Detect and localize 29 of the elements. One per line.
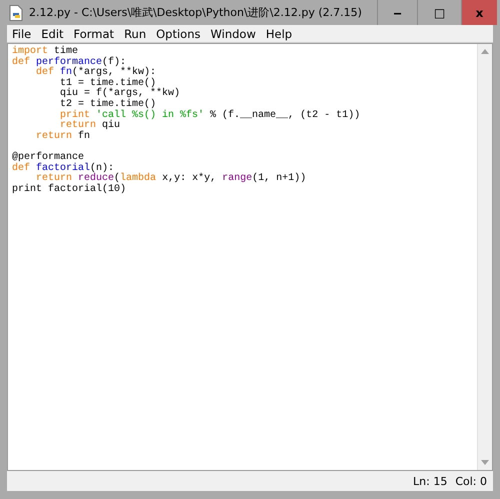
code-line: qiu = f(*args, **kw)	[59, 88, 180, 100]
menu-item[interactable]: Format	[72, 26, 118, 40]
menu-item[interactable]: Help	[264, 26, 296, 40]
scrollbar[interactable]	[477, 44, 492, 470]
code-line: t2 = time.time()	[59, 98, 156, 110]
code-editor[interactable]	[7, 43, 493, 471]
document-icon	[9, 4, 23, 20]
window-title: 2.12.py - C:\Users\唯武\Desktop\Python\进阶\2.12.py (2.7.15)	[29, 5, 363, 20]
scroll-up-icon[interactable]	[481, 49, 489, 54]
line-number: Ln: 15	[413, 474, 448, 488]
code-line: t1 = time.time()	[59, 78, 156, 89]
code-line: return qiu	[60, 120, 120, 132]
code-line: import time	[12, 46, 78, 57]
close-button[interactable]: x	[461, 0, 497, 25]
menu-item[interactable]: Window	[208, 26, 260, 40]
code-line: print 'call %s() in %fs' % (f.__name__, (t2 - t1))	[59, 110, 360, 121]
code-line: return reduce(lambda x,y: x*y, range(1, n+1))	[36, 173, 306, 184]
code-line: return fn	[35, 130, 90, 142]
column-number: Col: 0	[455, 474, 487, 488]
code-line: @performance	[12, 152, 84, 163]
code-line: print factorial(10)	[12, 184, 126, 195]
menu-item[interactable]: File	[10, 26, 36, 40]
menu-item[interactable]: Run	[122, 26, 150, 40]
code-line: def factorial(n):	[12, 162, 114, 174]
menu-item[interactable]: Options	[154, 26, 204, 40]
menu-item[interactable]: Edit	[39, 26, 68, 40]
code-line: def performance(f):	[12, 56, 126, 68]
code-line: def fn(*args, **kw):	[35, 67, 156, 78]
scroll-down-icon[interactable]	[481, 460, 489, 465]
